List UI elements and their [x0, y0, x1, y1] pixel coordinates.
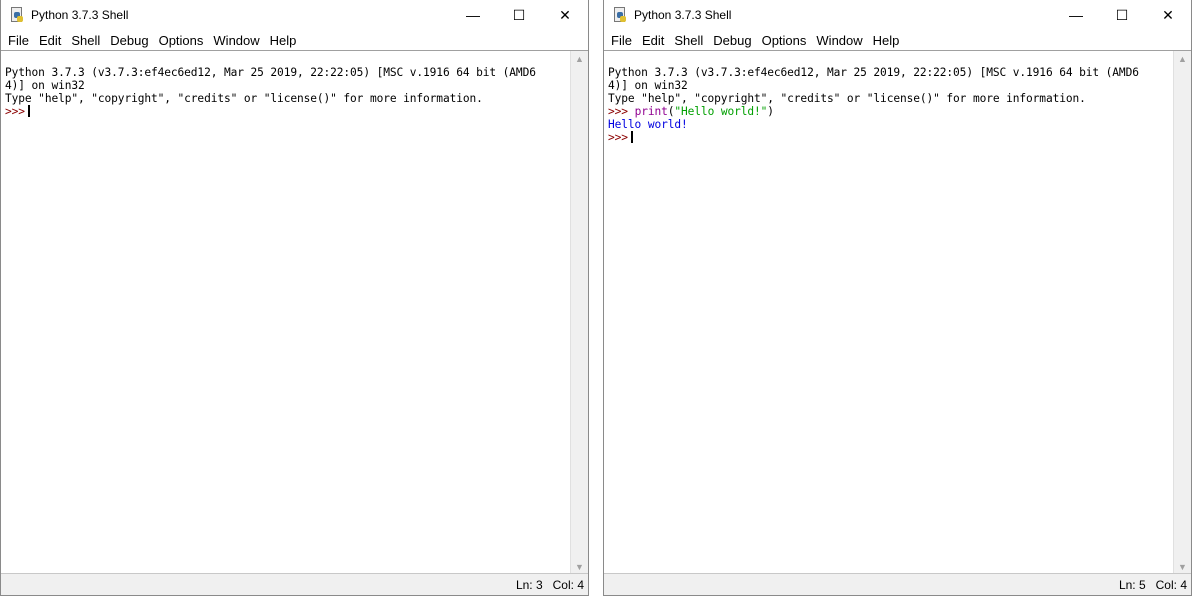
paren-close: ): [767, 105, 774, 118]
prompt: >>>: [608, 131, 628, 144]
banner-line: Python 3.7.3 (v3.7.3:ef4ec6ed12, Mar 25 …: [608, 66, 1139, 79]
menu-debug[interactable]: Debug: [105, 33, 153, 48]
menu-help[interactable]: Help: [265, 33, 302, 48]
output-line: Hello world!: [608, 118, 688, 131]
idle-shell-window-right: Python 3.7.3 Shell — ☐ ✕ File Edit Shell…: [603, 0, 1192, 596]
scroll-up-icon[interactable]: ▲: [1174, 51, 1191, 68]
close-button[interactable]: ✕: [542, 0, 588, 30]
banner-line: 4)] on win32: [608, 79, 688, 92]
menu-debug[interactable]: Debug: [708, 33, 756, 48]
menu-edit[interactable]: Edit: [34, 33, 66, 48]
minimize-button[interactable]: —: [450, 0, 496, 30]
prompt-line: >>>: [608, 131, 1173, 144]
status-bar: Ln: 3 Col: 4: [1, 573, 588, 595]
shell-text-area[interactable]: Python 3.7.3 (v3.7.3:ef4ec6ed12, Mar 25 …: [1, 50, 588, 576]
banner-line: Type "help", "copyright", "credits" or "…: [608, 92, 1086, 105]
menu-options[interactable]: Options: [154, 33, 209, 48]
line-number: Ln: 5: [1118, 577, 1146, 592]
menu-shell[interactable]: Shell: [66, 33, 105, 48]
text-cursor: [630, 131, 633, 143]
maximize-button[interactable]: ☐: [1099, 0, 1145, 30]
builtin-keyword: print: [634, 105, 668, 118]
menu-edit[interactable]: Edit: [637, 33, 669, 48]
window-title: Python 3.7.3 Shell: [634, 8, 732, 22]
menu-window[interactable]: Window: [208, 33, 264, 48]
line-number: Ln: 3: [515, 577, 543, 592]
prompt: >>>: [5, 105, 25, 118]
menu-window[interactable]: Window: [811, 33, 867, 48]
column-number: Col: 4: [1155, 577, 1187, 592]
menu-file[interactable]: File: [606, 33, 637, 48]
string-literal: "Hello world!": [674, 105, 768, 118]
shell-text-area[interactable]: Python 3.7.3 (v3.7.3:ef4ec6ed12, Mar 25 …: [604, 50, 1191, 576]
text-cursor: [27, 105, 30, 117]
vertical-scrollbar[interactable]: ▲ ▼: [1173, 51, 1191, 576]
status-bar: Ln: 5 Col: 4: [604, 573, 1191, 595]
window-title: Python 3.7.3 Shell: [31, 8, 129, 22]
banner-line: Type "help", "copyright", "credits" or "…: [5, 92, 483, 105]
prompt: >>>: [608, 105, 628, 118]
scroll-up-icon[interactable]: ▲: [571, 51, 588, 68]
column-number: Col: 4: [552, 577, 584, 592]
close-button[interactable]: ✕: [1145, 0, 1191, 30]
idle-shell-window-left: Python 3.7.3 Shell — ☐ ✕ File Edit Shell…: [0, 0, 589, 596]
menu-bar: File Edit Shell Debug Options Window Hel…: [1, 30, 588, 50]
menu-bar: File Edit Shell Debug Options Window Hel…: [604, 30, 1191, 50]
python-idle-icon: [9, 7, 25, 23]
vertical-scrollbar[interactable]: ▲ ▼: [570, 51, 588, 576]
menu-file[interactable]: File: [3, 33, 34, 48]
menu-help[interactable]: Help: [868, 33, 905, 48]
title-bar[interactable]: Python 3.7.3 Shell — ☐ ✕: [1, 0, 588, 30]
title-bar[interactable]: Python 3.7.3 Shell — ☐ ✕: [604, 0, 1191, 30]
maximize-button[interactable]: ☐: [496, 0, 542, 30]
input-line: >>> print("Hello world!"): [608, 105, 1173, 118]
menu-options[interactable]: Options: [757, 33, 812, 48]
banner-line: Python 3.7.3 (v3.7.3:ef4ec6ed12, Mar 25 …: [5, 66, 536, 79]
python-idle-icon: [612, 7, 628, 23]
menu-shell[interactable]: Shell: [669, 33, 708, 48]
banner-line: 4)] on win32: [5, 79, 85, 92]
minimize-button[interactable]: —: [1053, 0, 1099, 30]
prompt-line: >>>: [5, 105, 570, 118]
